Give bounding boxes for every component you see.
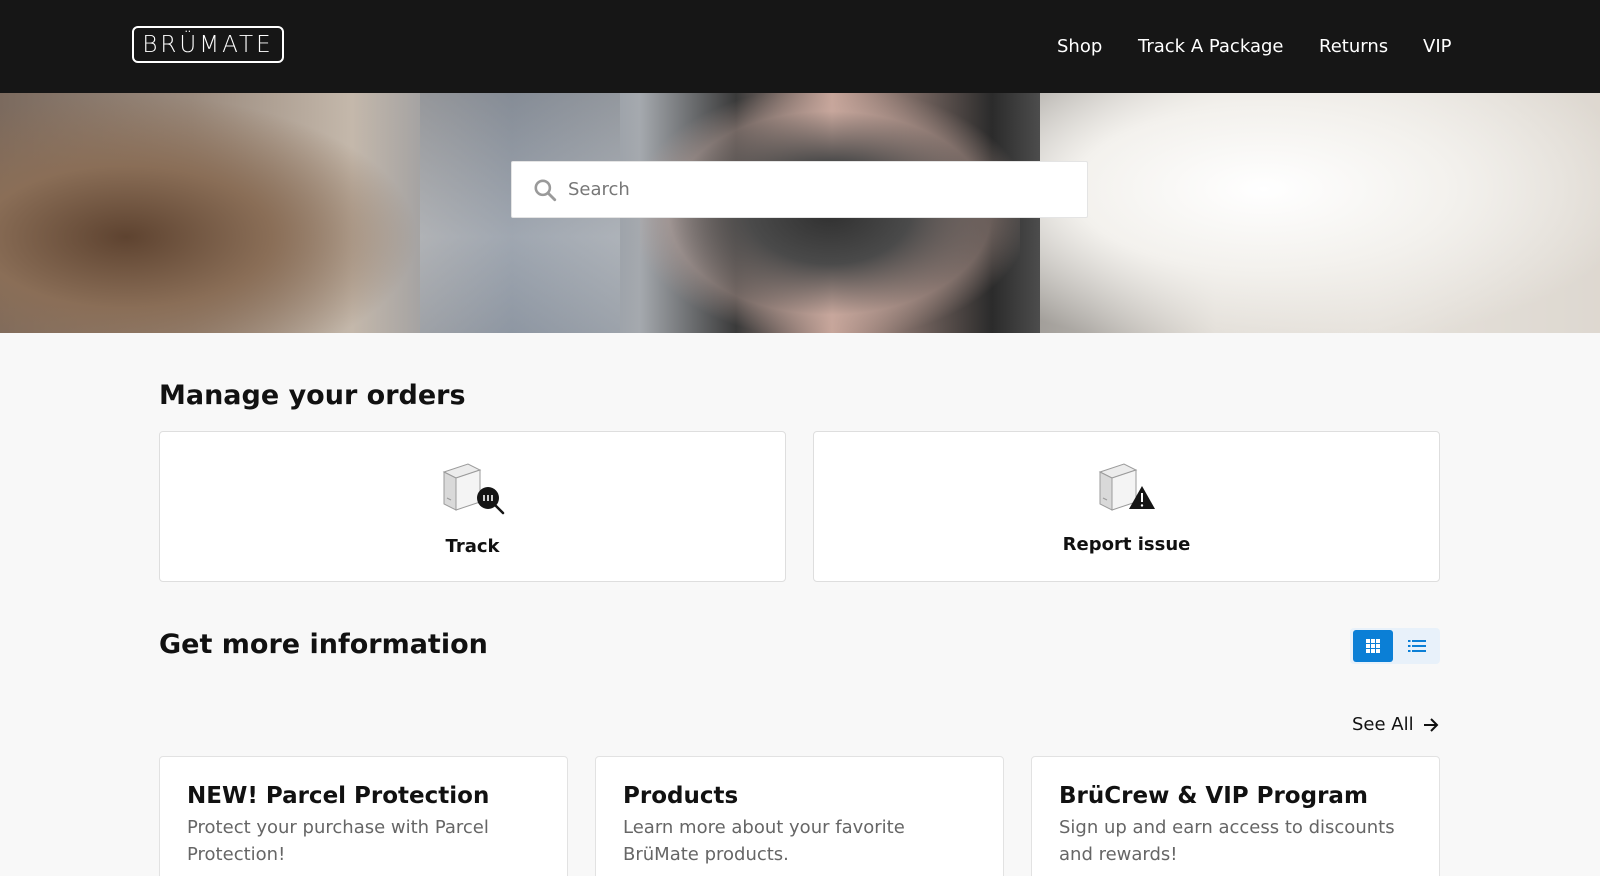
nav-vip[interactable]: VIP (1423, 36, 1451, 57)
list-view-icon (1408, 640, 1426, 652)
nav-track-package[interactable]: Track A Package (1138, 36, 1283, 57)
search-input[interactable] (568, 179, 1068, 200)
manage-orders-heading: Manage your orders (159, 380, 466, 411)
grid-view-button[interactable] (1353, 630, 1393, 662)
info-card-products[interactable]: Products Learn more about your favorite … (595, 756, 1004, 876)
see-all-label: See All (1352, 714, 1414, 735)
list-view-button[interactable] (1397, 630, 1437, 662)
info-card-description: Learn more about your favorite BrüMate p… (623, 817, 905, 865)
arrow-right-icon (1423, 717, 1439, 732)
track-card[interactable]: Track (159, 431, 786, 582)
more-information-heading: Get more information (159, 629, 488, 660)
nav-returns[interactable]: Returns (1319, 36, 1388, 57)
see-all-link[interactable]: See All (1352, 714, 1440, 735)
report-issue-label: Report issue (1062, 534, 1191, 555)
info-card-title: NEW! Parcel Protection (187, 783, 490, 809)
site-header: BRÜMATE Shop Track A Package Returns VIP (0, 0, 1600, 93)
info-card-title: Products (623, 783, 739, 809)
package-warning-icon (1098, 463, 1155, 511)
package-search-icon (442, 463, 504, 515)
info-card-description: Sign up and earn access to discounts and… (1059, 817, 1395, 865)
track-label: Track (445, 536, 500, 557)
info-card-parcel-protection[interactable]: NEW! Parcel Protection Protect your purc… (159, 756, 568, 876)
search-icon (534, 178, 557, 201)
info-card-description: Protect your purchase with Parcel Protec… (187, 817, 489, 865)
main-nav: Shop Track A Package Returns VIP (0, 36, 1600, 60)
info-card-title: BrüCrew & VIP Program (1059, 783, 1368, 809)
info-card-vip-program[interactable]: BrüCrew & VIP Program Sign up and earn a… (1031, 756, 1440, 876)
report-issue-card[interactable]: Report issue (813, 431, 1440, 582)
nav-shop[interactable]: Shop (1057, 36, 1102, 57)
grid-view-icon (1366, 639, 1380, 653)
view-toggle (1350, 628, 1440, 664)
search-bar[interactable] (511, 161, 1088, 218)
